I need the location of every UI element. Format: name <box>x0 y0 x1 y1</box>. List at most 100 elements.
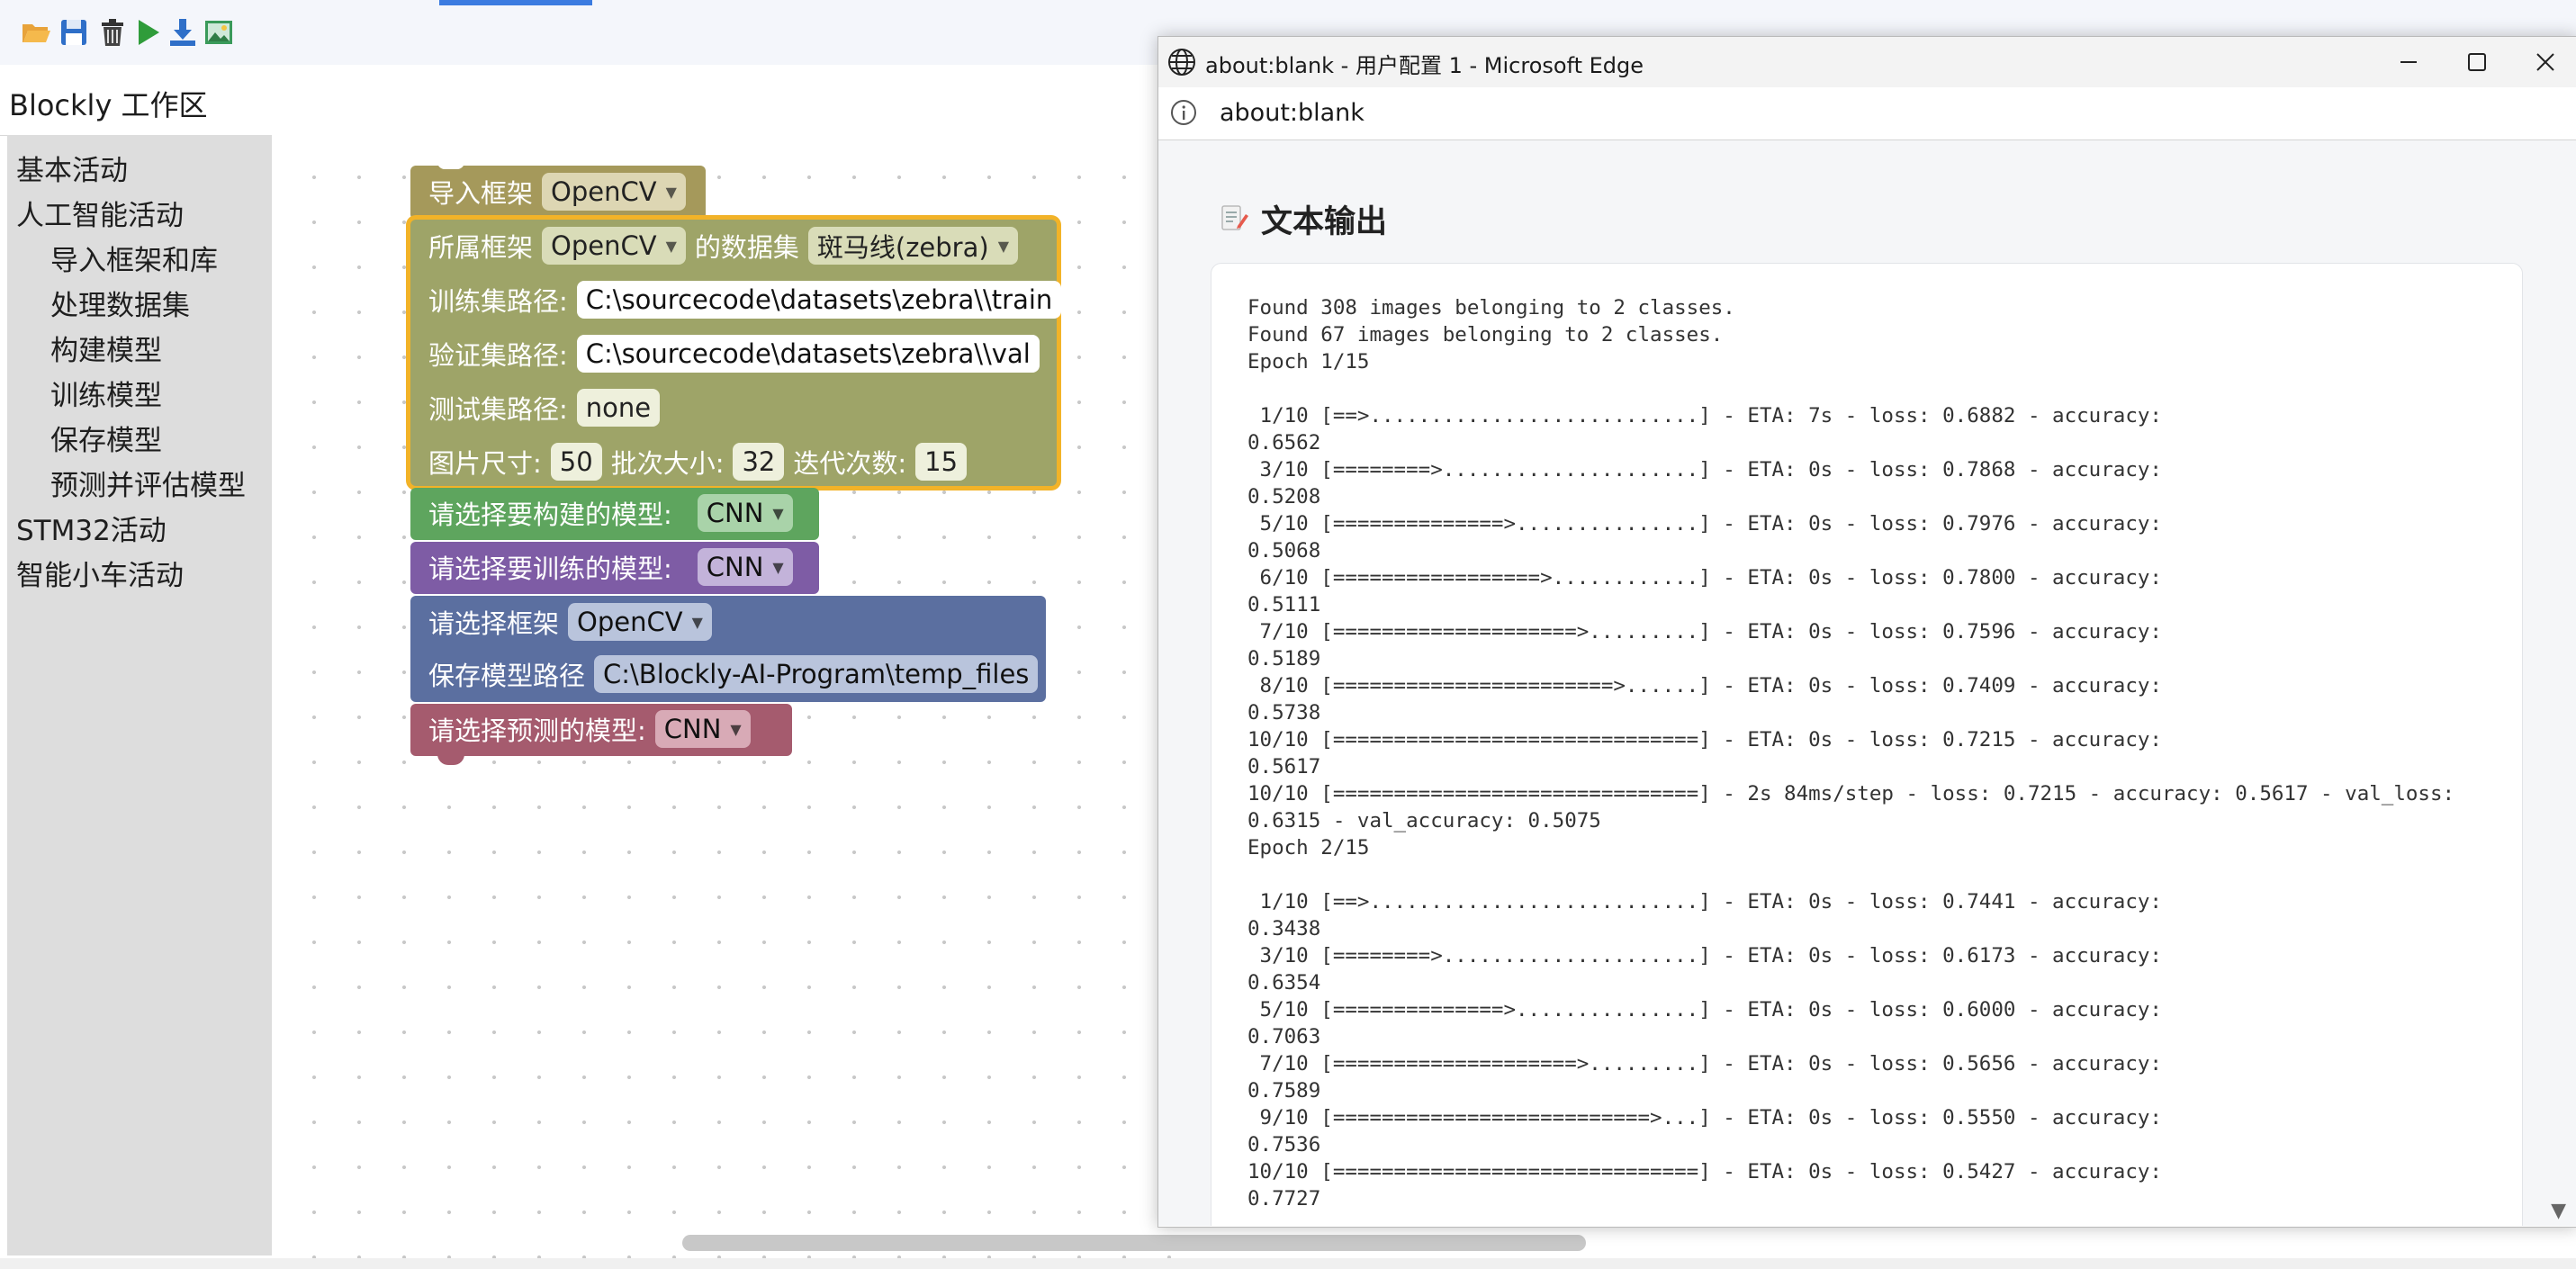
batch-size-label: 批次大小: <box>610 448 725 479</box>
output-card: Found 308 images belonging to 2 classes.… <box>1211 263 2523 1226</box>
close-button[interactable] <box>2521 44 2570 80</box>
dataset-framework-value: OpenCV <box>551 230 657 261</box>
block-build-model[interactable]: 请选择要构建的模型: CNN ▼ <box>410 488 819 540</box>
run-icon[interactable] <box>130 14 166 50</box>
log-line: 5/10 [==============>...............] - … <box>1247 512 2162 536</box>
dataset-dropdown[interactable]: 斑马线(zebra) ▼ <box>807 227 1018 265</box>
log-line: 1/10 [==>...........................] - … <box>1247 404 2162 428</box>
log-line: 0.5068 <box>1247 539 1321 562</box>
log-line: 9/10 [==========================>...] - … <box>1247 1106 2162 1130</box>
download-icon[interactable] <box>165 14 201 50</box>
block-train-model[interactable]: 请选择要训练的模型: CNN ▼ <box>410 542 819 594</box>
block-save-model[interactable]: 请选择框架 OpenCV ▼ 保存模型路径 C:\Blockly-AI-Progr… <box>410 596 1046 702</box>
folder-open-icon[interactable] <box>18 14 54 50</box>
log-line: 0.5208 <box>1247 485 1321 508</box>
maximize-button[interactable] <box>2453 44 2501 80</box>
log-line: Found 67 images belonging to 2 classes. <box>1247 323 1724 346</box>
close-icon <box>2536 53 2554 71</box>
log-line: Epoch 1/15 <box>1247 350 1370 374</box>
log-line: 0.6562 <box>1247 431 1321 454</box>
log-line: 0.7063 <box>1247 1025 1321 1048</box>
val-path-label: 验证集路径: <box>428 340 568 371</box>
save-path-input[interactable]: C:\Blockly-AI-Program\temp_files <box>594 655 1039 693</box>
category-save-model[interactable]: 保存模型 <box>50 418 162 458</box>
test-path-input[interactable]: none <box>576 389 661 427</box>
dataset-framework-label: 所属框架 <box>428 232 534 263</box>
batch-size-input[interactable]: 32 <box>733 443 785 481</box>
log-line: 0.6315 - val_accuracy: 0.5075 <box>1247 809 1601 832</box>
log-line: 7/10 [====================>.........] - … <box>1247 1052 2162 1076</box>
category-import-framework[interactable]: 导入框架和库 <box>50 238 218 278</box>
build-model-value: CNN <box>706 498 764 528</box>
log-line: 1/10 [==>...........................] - … <box>1247 890 2162 914</box>
test-path-label: 测试集路径: <box>428 394 568 425</box>
image-size-input[interactable]: 50 <box>550 443 602 481</box>
image-size-label: 图片尺寸: <box>428 448 542 479</box>
train-model-value: CNN <box>706 552 764 582</box>
training-log: Found 308 images belonging to 2 classes.… <box>1247 294 2499 1212</box>
save-framework-label: 请选择框架 <box>428 608 560 639</box>
output-heading: 文本输出 <box>1218 196 1387 242</box>
log-line: 0.5738 <box>1247 701 1321 724</box>
trash-icon[interactable] <box>95 14 131 50</box>
train-path-label: 训练集路径: <box>428 286 568 317</box>
train-model-dropdown[interactable]: CNN ▼ <box>697 548 793 586</box>
blockly-workspace-canvas[interactable]: 导入框架 OpenCV ▼ 所属框架 OpenCV ▼ 的数据集 斑马线(zebra… <box>272 135 1172 1258</box>
val-path-input[interactable]: C:\sourcecode\datasets\zebra\\val <box>576 335 1040 373</box>
log-line: 5/10 [==============>...............] - … <box>1247 998 2162 1022</box>
chevron-down-icon: ▼ <box>665 183 677 201</box>
log-line: 0.6354 <box>1247 971 1321 994</box>
category-smart-car[interactable]: 智能小车活动 <box>16 553 184 593</box>
block-import-framework[interactable]: 导入框架 OpenCV ▼ <box>410 162 706 220</box>
save-icon[interactable] <box>56 14 92 50</box>
maximize-icon <box>2468 53 2486 71</box>
category-stm32[interactable]: STM32活动 <box>16 508 167 548</box>
log-line: 0.7536 <box>1247 1133 1321 1156</box>
bottom-border <box>0 1258 2576 1269</box>
predict-model-dropdown[interactable]: CNN ▼ <box>654 710 751 748</box>
build-model-dropdown[interactable]: CNN ▼ <box>697 494 793 532</box>
active-tab-indicator <box>439 0 592 5</box>
address-text[interactable]: about:blank <box>1220 99 1365 127</box>
save-framework-value: OpenCV <box>577 607 683 637</box>
blockly-toolbox: 基本活动 人工智能活动 导入框架和库 处理数据集 构建模型 训练模型 保存模型 … <box>7 135 272 1256</box>
log-line: Found 308 images belonging to 2 classes. <box>1247 296 1735 320</box>
scroll-down-arrow-icon[interactable]: ▼ <box>2551 1200 2566 1222</box>
category-ai[interactable]: 人工智能活动 <box>16 193 184 233</box>
epochs-input[interactable]: 15 <box>915 443 968 481</box>
edge-browser-window: about:blank - 用户配置 1 - Microsoft Edge ab… <box>1157 36 2576 1228</box>
log-line: 3/10 [========>.....................] - … <box>1247 458 2162 482</box>
save-framework-dropdown[interactable]: OpenCV ▼ <box>568 603 712 641</box>
workspace-header: Blockly 工作区 <box>0 65 1161 136</box>
address-bar[interactable]: about:blank <box>1158 87 2576 140</box>
chevron-down-icon: ▼ <box>730 720 742 738</box>
scrollbar-thumb[interactable] <box>682 1235 1586 1251</box>
page-content: 文本输出 Found 308 images belonging to 2 cla… <box>1158 140 2576 1226</box>
output-heading-text: 文本输出 <box>1261 204 1388 240</box>
category-predict-evaluate[interactable]: 预测并评估模型 <box>50 463 246 503</box>
category-train-model[interactable]: 训练模型 <box>50 373 162 413</box>
train-path-input[interactable]: C:\sourcecode\datasets\zebra\\train <box>576 281 1062 319</box>
category-basic[interactable]: 基本活动 <box>16 148 128 188</box>
window-titlebar[interactable]: about:blank - 用户配置 1 - Microsoft Edge <box>1158 37 2576 87</box>
log-line: 0.5617 <box>1247 755 1321 778</box>
chevron-down-icon: ▼ <box>772 558 784 576</box>
info-icon[interactable] <box>1169 98 1198 127</box>
dataset-framework-dropdown[interactable]: OpenCV ▼ <box>542 227 686 265</box>
image-icon[interactable] <box>201 14 237 50</box>
build-model-label: 请选择要构建的模型: <box>428 500 672 530</box>
category-process-dataset[interactable]: 处理数据集 <box>50 283 190 323</box>
block-dataset[interactable]: 所属框架 OpenCV ▼ 的数据集 斑马线(zebra) ▼ 训练集路径: C:\… <box>410 220 1062 486</box>
predict-model-label: 请选择预测的模型: <box>428 716 646 746</box>
import-label: 导入框架 <box>428 178 534 209</box>
category-build-model[interactable]: 构建模型 <box>50 328 162 368</box>
log-line: 3/10 [========>.....................] - … <box>1247 944 2162 968</box>
import-framework-dropdown[interactable]: OpenCV ▼ <box>542 173 686 211</box>
minimize-button[interactable] <box>2384 44 2433 80</box>
epochs-label: 迭代次数: <box>793 448 907 479</box>
log-line: 0.5111 <box>1247 593 1321 616</box>
block-predict-model[interactable]: 请选择预测的模型: CNN ▼ <box>410 704 792 765</box>
globe-icon <box>1166 46 1198 78</box>
